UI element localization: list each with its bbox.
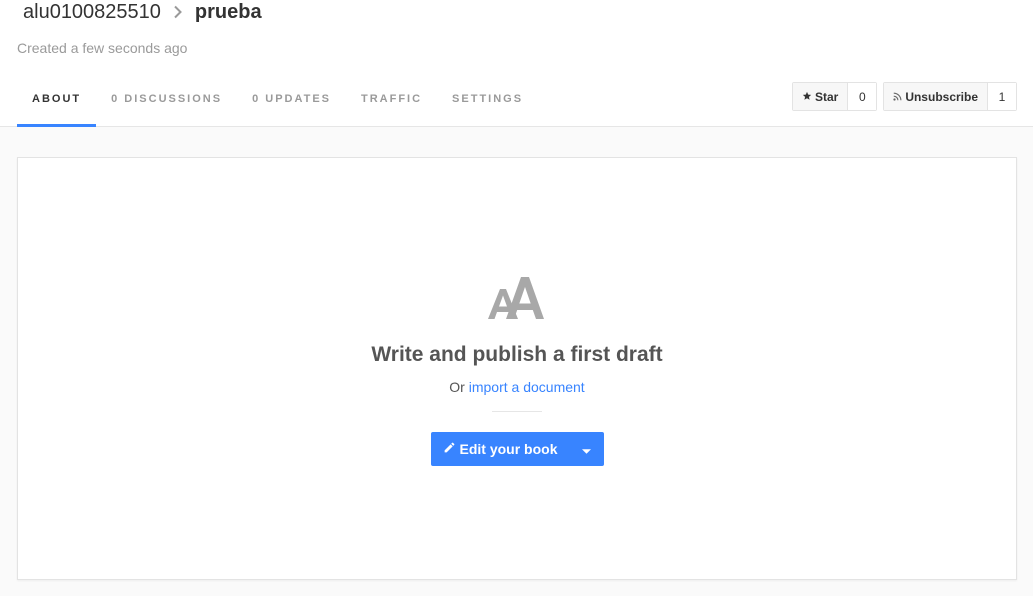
star-count[interactable]: 0 [848,83,877,110]
star-button[interactable]: Star [792,83,849,110]
edit-book-button-group: Edit your book [430,432,604,466]
empty-state-or: Or [449,379,465,395]
edit-dropdown-button[interactable] [570,432,604,466]
star-icon [802,90,812,104]
edit-book-label: Edit your book [459,441,558,457]
unsubscribe-button[interactable]: Unsubscribe [884,83,988,110]
rss-icon [893,90,902,104]
star-label: Star [814,89,839,104]
import-document-link[interactable]: import a document [469,379,585,395]
book-header: alu0100825510 prueba Created a few secon… [0,0,1033,127]
breadcrumb: alu0100825510 prueba [23,0,262,25]
empty-state-subtitle: Or import a document [18,378,1016,396]
divider [492,411,542,412]
tab-settings[interactable]: SETTINGS [437,72,538,127]
empty-state: Write and publish a first draft Or impor… [18,276,1016,466]
gitbook-aa-icon [18,276,1016,320]
social-buttons: Star 0 Unsubscribe 1 [791,82,1017,111]
pencil-icon [443,441,456,457]
created-timestamp: Created a few seconds ago [17,40,188,56]
tab-discussions[interactable]: 0 DISCUSSIONS [96,72,237,127]
chevron-right-icon [161,0,195,25]
caret-down-icon [582,441,591,457]
tab-updates[interactable]: 0 UPDATES [237,72,346,127]
empty-state-title: Write and publish a first draft [371,343,663,366]
edit-book-button[interactable]: Edit your book [431,432,570,466]
subscribe-button-group: Unsubscribe 1 [883,82,1017,111]
breadcrumb-owner-link[interactable]: alu0100825510 [23,0,161,25]
tab-about[interactable]: ABOUT [17,72,97,127]
book-tabs: ABOUT 0 DISCUSSIONS 0 UPDATES TRAFFIC SE… [17,72,538,127]
unsubscribe-label: Unsubscribe [905,89,978,104]
breadcrumb-book-title: prueba [194,1,262,23]
star-button-group: Star 0 [791,82,878,111]
subscriber-count[interactable]: 1 [988,83,1016,110]
about-panel: Write and publish a first draft Or impor… [17,157,1017,580]
tab-traffic[interactable]: TRAFFIC [346,72,437,127]
